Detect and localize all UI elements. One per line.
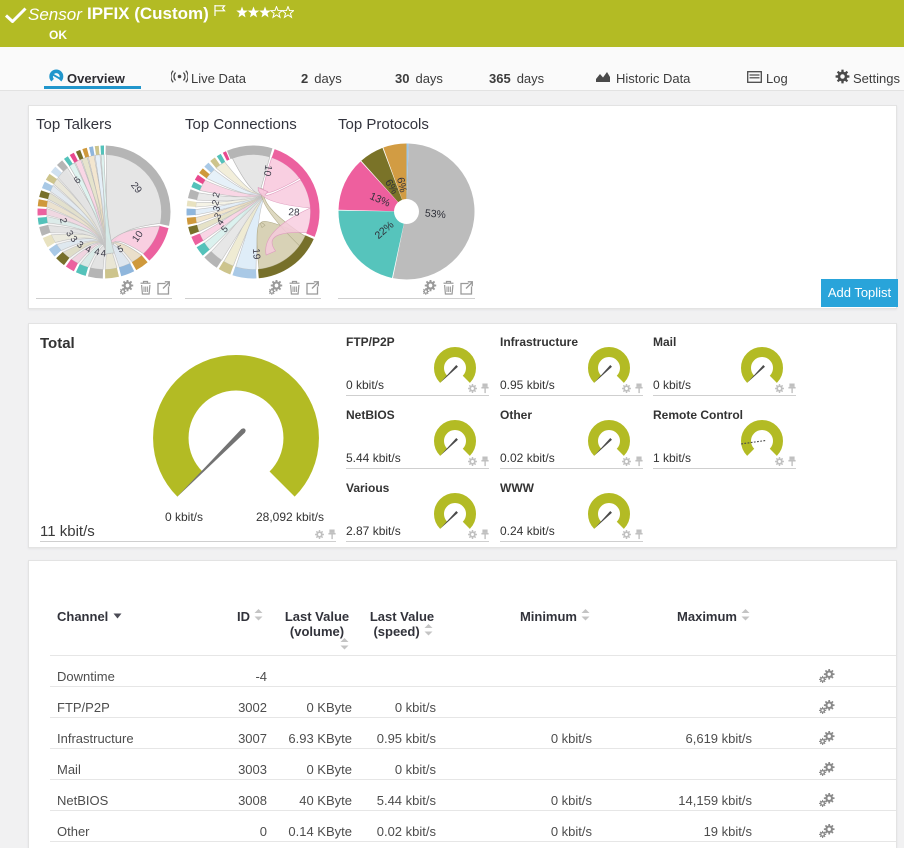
svg-text:28: 28 — [288, 207, 300, 219]
svg-text:19: 19 — [250, 248, 262, 260]
svg-text:4: 4 — [101, 248, 106, 259]
svg-text:53%: 53% — [424, 207, 446, 221]
